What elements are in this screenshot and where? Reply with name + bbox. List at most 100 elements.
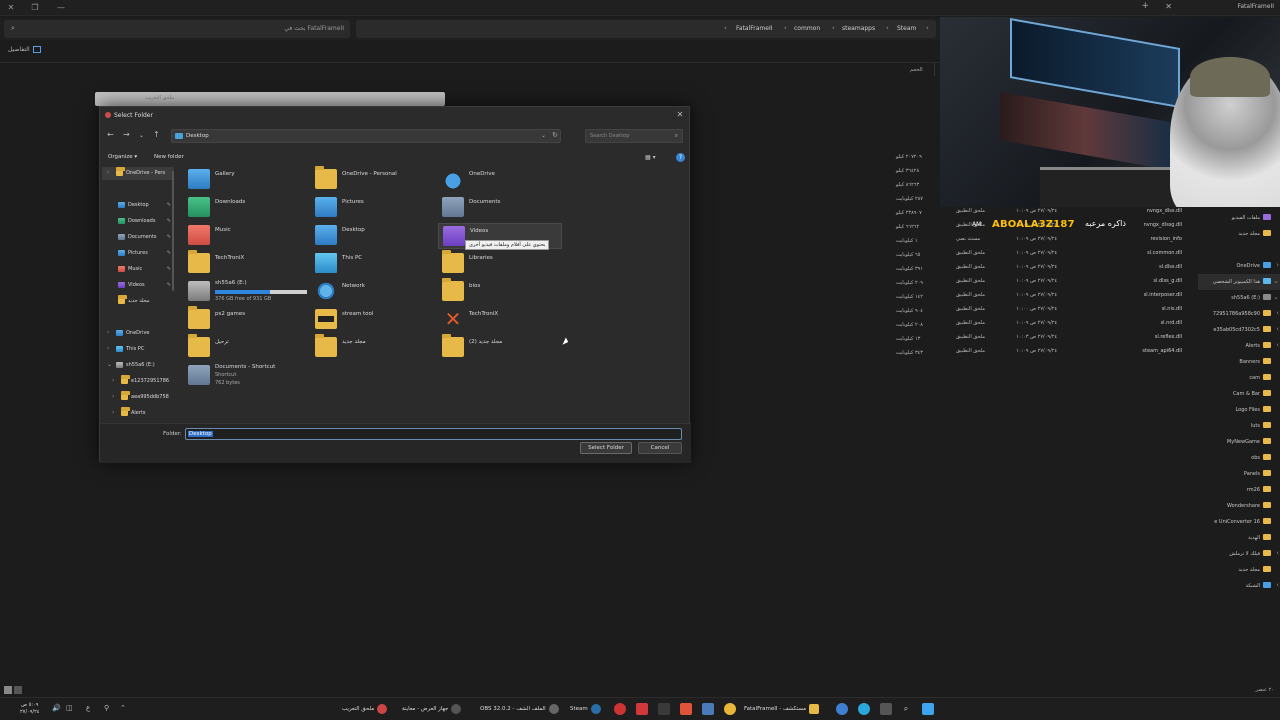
network-tray-icon[interactable]: ◫ xyxy=(66,704,73,712)
folder-tile[interactable]: Music xyxy=(184,223,308,249)
pin-icon[interactable]: ✎ xyxy=(167,250,171,256)
minimize-window-icon[interactable]: — xyxy=(54,2,68,14)
close-tab-icon[interactable]: ✕ xyxy=(1165,2,1172,11)
organize-button[interactable]: Organize ▾ xyxy=(108,154,137,160)
app-icon[interactable] xyxy=(702,703,714,715)
details-button[interactable]: التفاصيل xyxy=(8,46,41,53)
folder-tile[interactable]: OneDrive xyxy=(438,167,562,193)
folder-tile[interactable]: ps2 games xyxy=(184,306,308,333)
folder-tile[interactable]: Libraries xyxy=(438,250,562,277)
sidebar-item-folder[interactable]: › e12372951786 xyxy=(102,375,174,388)
nav-item[interactable]: Alerts ‹ xyxy=(1198,338,1280,354)
edge-icon[interactable] xyxy=(858,703,870,715)
folder-tile[interactable]: bios xyxy=(438,278,562,305)
folder-tile[interactable]: Desktop xyxy=(311,223,435,249)
breadcrumb-item[interactable]: Steam xyxy=(897,25,916,32)
folder-tile[interactable]: stream tool xyxy=(311,307,435,333)
sidebar-item-downloads[interactable]: Downloads ✎ xyxy=(102,215,174,228)
folder-tile[interactable]: OneDrive - Personal xyxy=(311,166,435,193)
nav-item[interactable]: cam xyxy=(1198,370,1280,386)
sidebar-item-folder[interactable]: › aea995ddb758 xyxy=(102,391,174,404)
nav-item[interactable]: MyNewGame xyxy=(1198,434,1280,450)
breadcrumb-item[interactable]: steamapps xyxy=(842,25,875,32)
folder-tile[interactable]: Gallery xyxy=(184,167,308,193)
breadcrumb[interactable]: ‹ FatalFrameII ‹ common ‹ steamapps ‹ St… xyxy=(356,20,936,38)
nav-item[interactable]: obs xyxy=(1198,450,1280,466)
table-row[interactable]: ملحق التطبيق ٢٧/٠٩/٢٤ ص ١٠:٠٩ sl.common.dl… xyxy=(948,246,1188,260)
nav-item[interactable]: مجلد جديد xyxy=(1198,226,1280,242)
sidebar-item-new-folder[interactable]: مجلد جديد xyxy=(102,295,174,308)
column-header-size[interactable]: الحجم xyxy=(910,67,923,73)
nav-item[interactable]: luts xyxy=(1198,418,1280,434)
select-folder-button[interactable]: Select Folder xyxy=(580,442,632,454)
mic-icon[interactable]: ⚲ xyxy=(104,704,109,712)
forward-arrow-icon[interactable]: → xyxy=(123,130,130,139)
new-folder-button[interactable]: New folder xyxy=(154,154,184,160)
tray-overflow-icon[interactable]: ⌃ xyxy=(120,704,126,712)
table-row[interactable]: ملحق التطبيق ٢٧/٠٩/٢٤ ص ١٠:٠٩ sl.nrd.dll xyxy=(948,316,1188,330)
search-input[interactable]: Search Desktop ⌕ xyxy=(585,129,683,143)
pin-icon[interactable]: ✎ xyxy=(167,282,171,288)
sidebar-item-onedrive-personal[interactable]: › OneDrive - Pers xyxy=(102,167,174,180)
record-icon[interactable] xyxy=(614,703,626,715)
app-icon[interactable] xyxy=(880,703,892,715)
volume-icon[interactable]: 🔊 xyxy=(52,704,61,712)
nav-item[interactable]: Cam & Bar xyxy=(1198,386,1280,402)
nav-item[interactable]: الهدية xyxy=(1198,530,1280,546)
sidebar-item-alerts[interactable]: › Alerts xyxy=(102,407,174,420)
folder-tile[interactable]: ✕ TechTroniX xyxy=(438,307,562,333)
nav-item[interactable]: هذا الكمبيوتر الشخصي ⌄ xyxy=(1198,274,1280,290)
nav-item[interactable]: Panels xyxy=(1198,466,1280,482)
drive-tile[interactable]: sh55a6 (E:) 376 GB free of 931 GB xyxy=(184,279,308,305)
taskbar-app-explorer[interactable]: FatalFrameII - مستكشف xyxy=(744,702,820,716)
language-icon[interactable]: ع xyxy=(86,704,90,712)
folder-tile[interactable]: Pictures xyxy=(311,195,435,221)
view-options-icon[interactable]: ▦ ▾ xyxy=(645,154,657,161)
pin-icon[interactable]: ✎ xyxy=(167,234,171,240)
folder-tile[interactable]: ترحيل xyxy=(184,334,308,361)
breadcrumb-item[interactable]: FatalFrameII xyxy=(736,25,773,32)
sidebar-item-onedrive[interactable]: › OneDrive xyxy=(102,327,174,340)
start-icon[interactable] xyxy=(922,703,934,715)
sidebar-item-this-pc[interactable]: › This PC xyxy=(102,343,174,356)
close-icon[interactable]: ✕ xyxy=(674,109,686,121)
pin-icon[interactable]: ✎ xyxy=(167,202,171,208)
refresh-icon[interactable]: ↻ xyxy=(552,131,558,139)
sidebar-item-pictures[interactable]: Pictures ✎ xyxy=(102,247,174,260)
taskbar-app[interactable]: Steam xyxy=(570,702,601,716)
sidebar-item-desktop[interactable]: Desktop ✎ xyxy=(102,199,174,212)
shortcut-tile[interactable]: Documents - Shortcut Shortcut 762 bytes xyxy=(184,363,308,397)
nav-item[interactable]: Banners xyxy=(1198,354,1280,370)
table-row[interactable]: ملحق التطبيق ٢٧/٠٩/٢٤ ص ١٠:٠٩ sl.dlss.dll xyxy=(948,260,1188,274)
app-icon[interactable] xyxy=(658,703,670,715)
chrome-icon[interactable] xyxy=(724,703,736,715)
folder-tile[interactable]: TechTroniX xyxy=(184,250,308,277)
clock[interactable]: ٥:٠٩ ص ٢٧/٠٩/٢٤ xyxy=(20,702,39,716)
search-icon[interactable]: ⌕ xyxy=(900,703,912,715)
help-icon[interactable]: ? xyxy=(676,153,685,162)
cancel-button[interactable]: Cancel xyxy=(638,442,682,454)
tiles-view-icon[interactable] xyxy=(14,686,22,694)
table-row[interactable]: ملحق التطبيق ٢٧/٠٩/٢٤ ص ١٠:٠٠ sl.nis.dll xyxy=(948,302,1188,316)
recent-dropdown-icon[interactable]: ⌄ xyxy=(139,132,144,139)
folder-tile[interactable]: Downloads xyxy=(184,195,308,221)
brave-icon[interactable] xyxy=(680,703,692,715)
search-input[interactable]: ⌕ بحث في FatalFrameII xyxy=(4,20,350,38)
sidebar-item-videos[interactable]: Videos ✎ xyxy=(102,279,174,292)
back-arrow-icon[interactable]: ← xyxy=(107,130,114,139)
taskbar-app[interactable]: ملحق التعريب xyxy=(342,702,388,716)
nav-item[interactable]: Logo Files xyxy=(1198,402,1280,418)
details-view-icon[interactable] xyxy=(4,686,12,694)
pin-icon[interactable]: ✎ xyxy=(167,266,171,272)
folder-tile[interactable]: Network xyxy=(311,279,435,305)
sidebar-scrollbar[interactable] xyxy=(172,171,174,291)
sidebar-item-drive-e[interactable]: ⌄ sh55a6 (E:) xyxy=(102,359,174,372)
up-arrow-icon[interactable]: ↑ xyxy=(153,130,160,139)
nav-item[interactable]: e UniConverter 16 xyxy=(1198,514,1280,530)
folder-tile[interactable]: This PC xyxy=(311,251,435,277)
table-row[interactable]: مستند نصي ٢٧/٠٩/٢٤ ص ١٠:٠٩ revision_info xyxy=(948,232,1188,246)
app-icon[interactable] xyxy=(636,703,648,715)
sidebar-item-documents[interactable]: Documents ✎ xyxy=(102,231,174,244)
sidebar-item-music[interactable]: Music ✎ xyxy=(102,263,174,276)
folder-tile[interactable]: مجلد جديد (2) xyxy=(438,334,562,361)
